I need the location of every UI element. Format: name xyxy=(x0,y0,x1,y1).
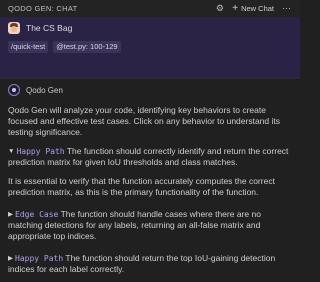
command-chip[interactable]: /quick-test xyxy=(8,41,49,53)
divider xyxy=(0,78,300,79)
user-avatar xyxy=(8,22,20,34)
user-message: The CS Bag /quick-test @test.py: 100-129 xyxy=(0,17,300,78)
qodo-logo-icon xyxy=(8,84,20,96)
triangle-right-icon: ▶ xyxy=(8,255,13,262)
behavior-detail: It is essential to verify that the funct… xyxy=(8,176,275,197)
plus-icon: + xyxy=(232,2,239,14)
more-options-icon[interactable]: ⋯ xyxy=(282,3,292,14)
intro-text: Qodo Gen will analyze your code, identif… xyxy=(8,105,280,137)
file-reference-chip[interactable]: @test.py: 100-129 xyxy=(53,41,121,53)
behavior-tag: Happy Path xyxy=(15,254,64,263)
agent-message: Qodo Gen will analyze your code, identif… xyxy=(8,105,296,275)
behavior-item[interactable]: ▼ Happy Path The function should correctl… xyxy=(8,146,296,168)
behavior-item[interactable]: ▶ Happy Path The function should return t… xyxy=(8,253,296,275)
new-chat-label: New Chat xyxy=(241,4,274,13)
agent-header: Qodo Gen xyxy=(8,84,63,96)
new-chat-button[interactable]: + New Chat xyxy=(232,2,274,14)
triangle-right-icon: ▶ xyxy=(8,211,13,218)
settings-gear-icon[interactable]: ⚙ xyxy=(216,3,224,14)
behavior-item[interactable]: ▶ Edge Case The function should handle ca… xyxy=(8,209,296,242)
panel-title: QODO GEN: CHAT xyxy=(8,4,78,13)
agent-name: Qodo Gen xyxy=(26,85,63,95)
user-row: The CS Bag xyxy=(8,22,72,34)
context-chips: /quick-test @test.py: 100-129 xyxy=(8,41,121,53)
user-name: The CS Bag xyxy=(26,23,73,33)
chat-header: QODO GEN: CHAT ⚙ + New Chat ⋯ xyxy=(0,0,300,17)
behavior-tag: Edge Case xyxy=(15,210,59,219)
behavior-tag: Happy Path xyxy=(16,147,65,156)
triangle-down-icon: ▼ xyxy=(8,148,15,155)
